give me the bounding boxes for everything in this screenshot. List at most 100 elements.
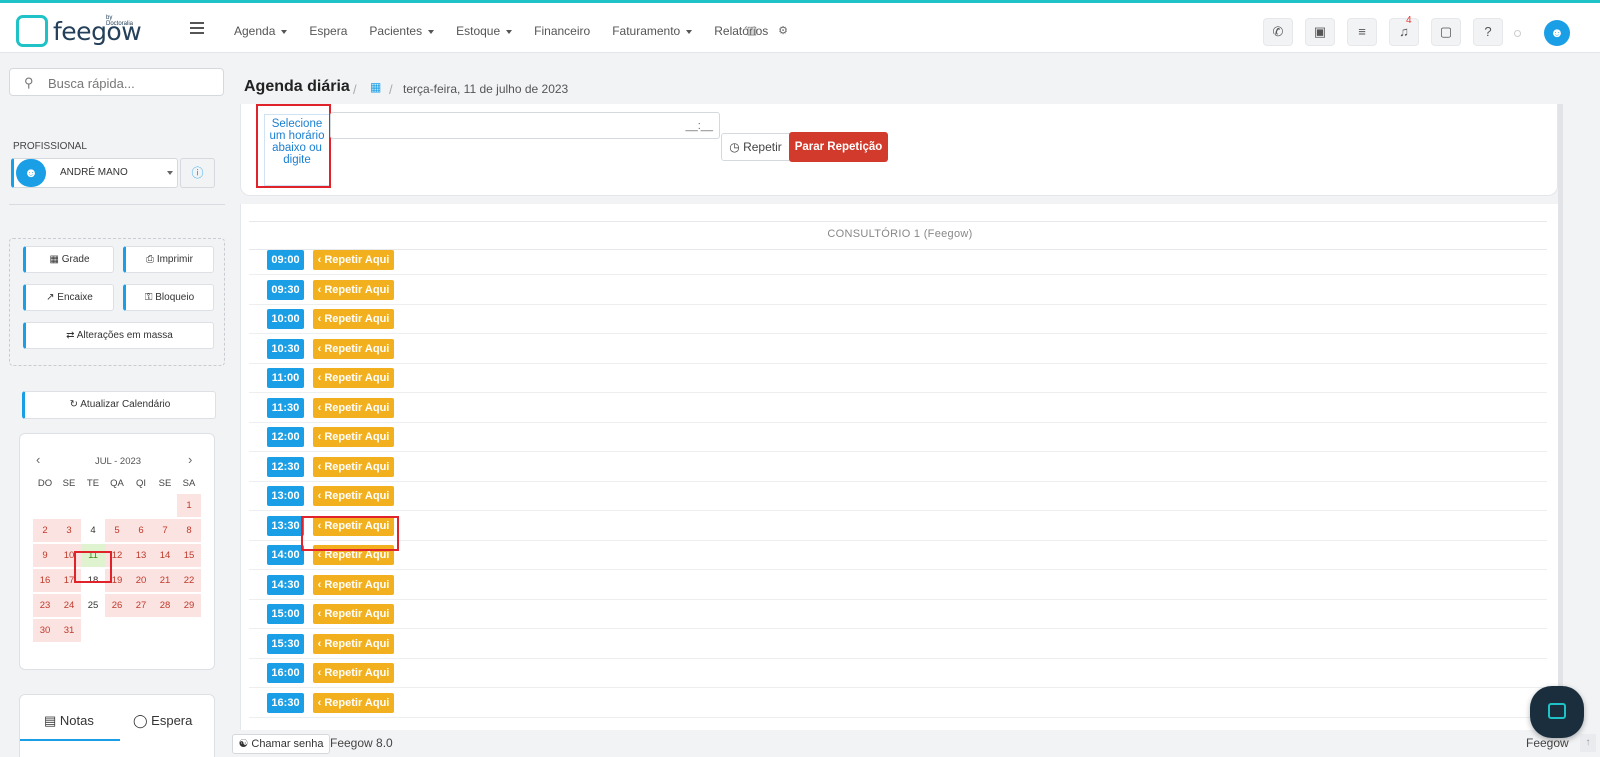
grade-button[interactable]: ▦ Grade <box>23 246 114 273</box>
calendar-empty-cell <box>81 494 105 517</box>
repetir-aqui-button[interactable]: ‹ Repetir Aqui <box>313 338 394 359</box>
time-slot-badge[interactable]: 10:30 <box>267 338 304 359</box>
repetir-button[interactable]: ◷ Repetir <box>721 133 790 161</box>
encaixe-button[interactable]: ↗ Encaixe <box>23 284 114 311</box>
time-slot-badge[interactable]: 11:00 <box>267 368 304 388</box>
alteracoes-em-massa-button[interactable]: ⇄ Alterações em massa <box>23 322 214 349</box>
calendar-day[interactable]: 1 <box>177 494 201 517</box>
time-slot-badge[interactable]: 16:30 <box>267 692 304 713</box>
calendar-icon[interactable]: ▦ <box>370 80 381 94</box>
time-slot-badge[interactable]: 12:00 <box>267 427 304 447</box>
nav-item-financeiro[interactable]: Financeiro <box>534 24 590 38</box>
repetir-aqui-button[interactable]: ‹ Repetir Aqui <box>313 250 394 270</box>
bell-icon[interactable]: ♫ <box>1389 18 1419 46</box>
repetir-aqui-button[interactable]: ‹ Repetir Aqui <box>313 486 394 506</box>
repetir-aqui-button[interactable]: ‹ Repetir Aqui <box>313 368 394 388</box>
time-slot-badge[interactable]: 15:00 <box>267 604 304 624</box>
calendar-day[interactable]: 30 <box>33 619 57 642</box>
chamar-senha-button[interactable]: ☯ Chamar senha <box>232 734 330 754</box>
calendar-day[interactable]: 14 <box>153 544 177 567</box>
repetir-aqui-button[interactable]: ‹ Repetir Aqui <box>313 604 394 624</box>
checklist-icon[interactable]: ≡ <box>1347 18 1377 46</box>
repetir-aqui-button[interactable]: ‹ Repetir Aqui <box>313 574 394 595</box>
repetir-aqui-button[interactable]: ‹ Repetir Aqui <box>313 427 394 447</box>
parar-repeticao-button[interactable]: Parar Repetição <box>789 132 888 162</box>
time-slot-badge[interactable]: 09:00 <box>267 250 304 270</box>
time-slot-badge[interactable]: 14:30 <box>267 574 304 595</box>
time-slot-badge[interactable]: 13:00 <box>267 486 304 506</box>
calendar-day[interactable]: 27 <box>129 594 153 617</box>
calendar-day[interactable]: 15 <box>177 544 201 567</box>
time-slot-badge[interactable]: 09:30 <box>267 279 304 300</box>
calendar-day[interactable]: 28 <box>153 594 177 617</box>
menu-toggle-icon[interactable] <box>190 22 204 34</box>
calendar-day[interactable]: 25 <box>81 594 105 617</box>
settings-gear-icon[interactable]: ⚙ <box>777 25 789 37</box>
time-slot-badge[interactable]: 15:30 <box>267 633 304 654</box>
row-divider <box>249 480 1547 482</box>
calendar-day[interactable]: 23 <box>33 594 57 617</box>
help-icon[interactable]: ? <box>1473 18 1503 46</box>
calendar-day[interactable]: 26 <box>105 594 129 617</box>
calendar-next-icon[interactable]: › <box>188 452 192 467</box>
repetir-aqui-button[interactable]: ‹ Repetir Aqui <box>313 633 394 654</box>
espera-tab[interactable]: ◯ Espera <box>133 713 192 729</box>
notas-tab[interactable]: ▤ Notas <box>44 713 94 729</box>
calendar-day[interactable]: 21 <box>153 569 177 592</box>
scrollbar[interactable] <box>1558 104 1563 730</box>
user-avatar-icon[interactable]: ☻ <box>1544 20 1570 46</box>
repetir-aqui-button[interactable]: ‹ Repetir Aqui <box>313 309 394 329</box>
database-icon[interactable]: ◫ <box>746 25 758 37</box>
calendar-day[interactable]: 16 <box>33 569 57 592</box>
calendar-day[interactable]: 8 <box>177 519 201 542</box>
nav-item-faturamento[interactable]: Faturamento <box>612 24 693 38</box>
calendar-day[interactable]: 4 <box>81 519 105 542</box>
floating-action-button[interactable] <box>1530 686 1584 738</box>
calendar-day[interactable]: 13 <box>129 544 153 567</box>
search-input[interactable]: Busca rápida... <box>48 76 135 91</box>
calendar-day[interactable]: 3 <box>57 519 81 542</box>
notes-panel: ▤ Notas ◯ Espera <box>19 694 215 757</box>
repetir-aqui-button[interactable]: ‹ Repetir Aqui <box>313 279 394 300</box>
calendar-day[interactable]: 22 <box>177 569 201 592</box>
nav-item-agenda[interactable]: Agenda <box>234 24 288 38</box>
repetir-aqui-button[interactable]: ‹ Repetir Aqui <box>313 692 394 713</box>
bloqueio-button[interactable]: ⚿ Bloqueio <box>123 284 214 311</box>
calendar-day[interactable]: 7 <box>153 519 177 542</box>
calendar-day[interactable]: 9 <box>33 544 57 567</box>
calendar-day[interactable]: 2 <box>33 519 57 542</box>
phone-icon[interactable]: ✆ <box>1263 18 1293 46</box>
inbox-icon[interactable]: ▣ <box>1305 18 1335 46</box>
nav-item-pacientes[interactable]: Pacientes <box>369 24 435 38</box>
time-slot-badge[interactable]: 16:00 <box>267 663 304 683</box>
calendar-day[interactable]: 20 <box>129 569 153 592</box>
time-slot-badge[interactable]: 13:30 <box>267 515 304 536</box>
time-slot-badge[interactable]: 10:00 <box>267 309 304 329</box>
nav-item-relatórios[interactable]: Relatórios <box>714 24 768 38</box>
page-title: Agenda diária <box>244 78 350 95</box>
feegow-logo[interactable]: by Doctoralia feegow <box>16 15 142 49</box>
info-icon[interactable]: ⓘ <box>180 158 215 188</box>
scroll-top-icon[interactable]: ↑ <box>1580 734 1596 752</box>
calendar-day[interactable]: 31 <box>57 619 81 642</box>
time-input[interactable]: __:__ <box>330 112 720 139</box>
calendar-day[interactable]: 29 <box>177 594 201 617</box>
nav-item-espera[interactable]: Espera <box>309 24 347 38</box>
profissional-select[interactable]: ☻ ANDRÉ MANO <box>11 158 178 188</box>
repetir-aqui-button[interactable]: ‹ Repetir Aqui <box>313 456 394 477</box>
calendar-day[interactable]: 6 <box>129 519 153 542</box>
time-slot-badge[interactable]: 12:30 <box>267 456 304 477</box>
repetir-aqui-button[interactable]: ‹ Repetir Aqui <box>313 663 394 683</box>
calendar-day[interactable]: 5 <box>105 519 129 542</box>
top-bar: by Doctoralia feegow Agenda Espera Pacient… <box>0 3 1600 53</box>
time-slot-badge[interactable]: 11:30 <box>267 397 304 418</box>
time-slot-badge[interactable]: 14:00 <box>267 545 304 565</box>
imprimir-button[interactable]: ⎙ Imprimir <box>123 246 214 273</box>
nav-item-estoque[interactable]: Estoque <box>456 24 513 38</box>
calendar-week: 23 24 25 26 27 28 29 <box>33 594 201 617</box>
atualizar-calendario-button[interactable]: ↻ Atualizar Calendário <box>22 391 216 419</box>
calendar-day[interactable]: 24 <box>57 594 81 617</box>
chat-icon[interactable]: ▢ <box>1431 18 1461 46</box>
repetir-aqui-button[interactable]: ‹ Repetir Aqui <box>313 397 394 418</box>
quick-search[interactable]: ⚲ Busca rápida... <box>9 68 224 96</box>
